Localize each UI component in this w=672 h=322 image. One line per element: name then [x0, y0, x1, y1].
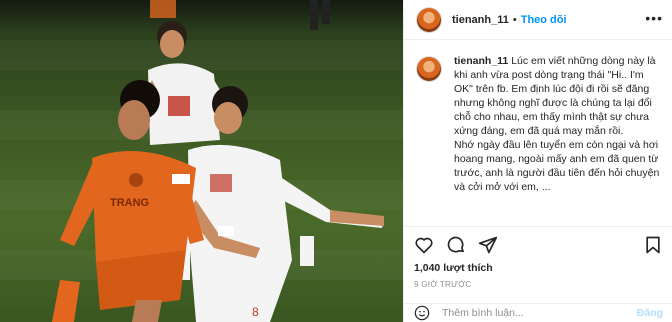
comment-input[interactable] — [442, 307, 637, 319]
header-username[interactable]: tienanh_11 — [452, 14, 509, 26]
caption: tienanh_11 Lúc em viết những dòng này là… — [416, 54, 666, 226]
post-comment-button[interactable]: Đăng — [637, 307, 663, 319]
football-players-illustration: 8 TRANG — [52, 0, 384, 322]
post-sidebar: tienanh_11 • Theo dõi ••• tienanh_11 Lúc… — [403, 0, 672, 322]
follow-button[interactable]: Theo dõi — [521, 14, 567, 26]
svg-text:8: 8 — [252, 305, 259, 319]
caption-fade — [416, 206, 666, 226]
post-actions: 1,040 lượt thích 9 GIỜ TRƯỚC — [404, 226, 672, 289]
caption-avatar[interactable] — [416, 56, 442, 82]
heart-icon[interactable] — [414, 235, 434, 255]
post-photo[interactable]: 8 TRANG — [0, 0, 403, 322]
post-header: tienanh_11 • Theo dõi ••• — [404, 0, 672, 40]
emoji-icon[interactable] — [414, 305, 430, 321]
share-icon[interactable] — [478, 235, 498, 255]
bookmark-icon[interactable] — [643, 235, 663, 255]
caption-body: Lúc em viết những dòng này là khi anh vừ… — [454, 55, 660, 193]
action-icons — [414, 230, 663, 260]
avatar[interactable] — [416, 6, 442, 33]
caption-username[interactable]: tienanh_11 — [454, 55, 508, 67]
comment-bar: Đăng — [404, 303, 672, 322]
more-horizontal-icon[interactable]: ••• — [645, 10, 663, 26]
post-timestamp[interactable]: 9 GIỜ TRƯỚC — [414, 280, 663, 289]
comment-icon[interactable] — [446, 235, 466, 255]
instagram-post: 8 TRANG tienanh_11 • Theo dõi ••• tienan… — [0, 0, 672, 322]
caption-text: tienanh_11 Lúc em viết những dòng này là… — [454, 54, 664, 226]
svg-text:TRANG: TRANG — [110, 197, 149, 209]
separator-dot: • — [512, 13, 517, 26]
like-count[interactable]: 1,040 lượt thích — [414, 262, 663, 274]
